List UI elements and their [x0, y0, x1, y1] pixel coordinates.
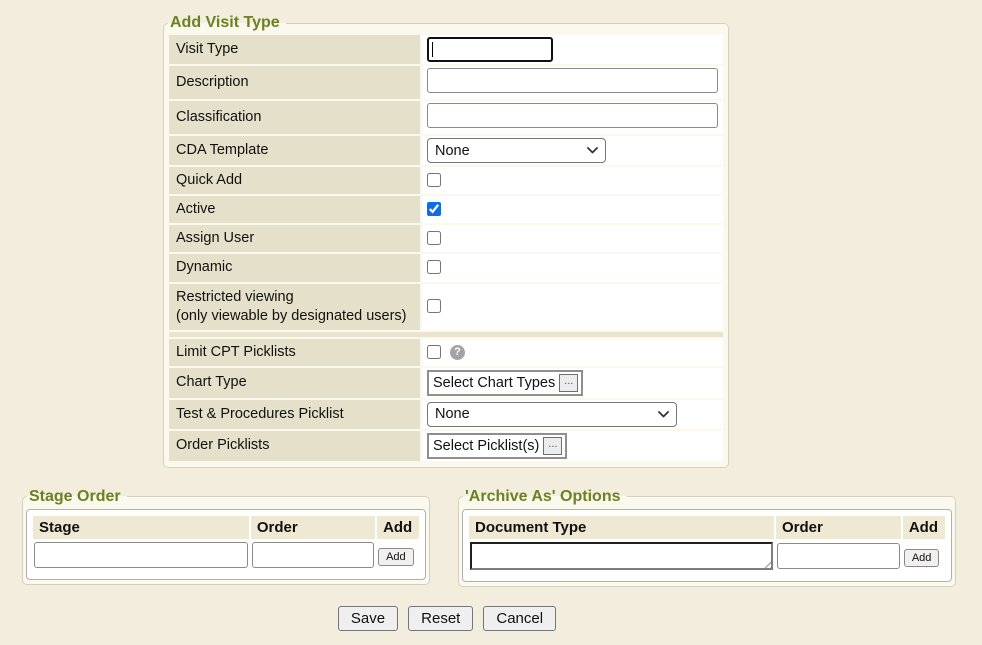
table-row: Test & Procedures Picklist None: [169, 400, 723, 429]
stage-input[interactable]: [34, 542, 248, 568]
table-row: Quick Add: [169, 167, 723, 194]
cda-template-selected-value: None: [435, 143, 470, 159]
table-row: Restricted viewing (only viewable by des…: [169, 284, 723, 330]
text-caret: [432, 42, 433, 57]
table-row: Dynamic: [169, 254, 723, 281]
quick-add-label: Quick Add: [169, 167, 420, 194]
cda-template-label: CDA Template: [169, 136, 420, 165]
separator-row: [169, 332, 723, 337]
table-row: Assign User: [169, 225, 723, 252]
archive-as-panel: Document Type Order Add Add: [462, 509, 952, 582]
help-icon[interactable]: ?: [450, 345, 465, 360]
classification-input[interactable]: [427, 103, 718, 128]
archive-as-options-legend: 'Archive As' Options: [463, 488, 627, 506]
form-actions: Save Reset Cancel: [0, 606, 894, 631]
stage-order-fieldset: Stage Order Stage Order Add Add: [22, 488, 430, 585]
table-row: CDA Template None: [169, 136, 723, 165]
order-picklists-browse-button[interactable]: ...: [543, 437, 562, 455]
add-column-header: Add: [903, 516, 945, 539]
restricted-viewing-checkbox[interactable]: [427, 299, 441, 313]
chart-type-picker-text: Select Chart Types: [433, 375, 555, 391]
quick-add-checkbox[interactable]: [427, 173, 441, 187]
resize-grip-icon[interactable]: [762, 559, 771, 568]
description-label: Description: [169, 66, 420, 99]
active-checkbox[interactable]: [427, 202, 441, 216]
classification-label: Classification: [169, 101, 420, 134]
chart-type-browse-button[interactable]: ...: [559, 374, 578, 392]
bottom-sections: Stage Order Stage Order Add Add 'Archive…: [22, 488, 982, 587]
stage-column-header: Stage: [33, 516, 249, 539]
document-type-input[interactable]: [470, 542, 773, 570]
description-input[interactable]: [427, 68, 718, 93]
table-row: Add: [469, 541, 945, 575]
table-row: Limit CPT Picklists ?: [169, 339, 723, 366]
visit-type-input[interactable]: [427, 37, 553, 62]
cda-template-select[interactable]: None: [427, 138, 606, 163]
order-picklists-label: Order Picklists: [169, 431, 420, 461]
table-row: Order Picklists Select Picklist(s) ...: [169, 431, 723, 461]
archive-as-options-fieldset: 'Archive As' Options Document Type Order…: [458, 488, 956, 587]
order-picklists-picker-text: Select Picklist(s): [433, 438, 539, 454]
stage-add-button[interactable]: Add: [378, 548, 414, 566]
stage-order-panel: Stage Order Add Add: [26, 509, 426, 580]
table-row: Active: [169, 196, 723, 223]
reset-button[interactable]: Reset: [408, 606, 473, 631]
add-visit-type-fieldset: Add Visit Type Visit Type Description Cl…: [163, 14, 729, 468]
stage-order-input[interactable]: [252, 542, 374, 568]
order-column-header: Order: [251, 516, 375, 539]
stage-order-legend: Stage Order: [27, 488, 127, 506]
stage-order-table: Stage Order Add Add: [31, 514, 421, 575]
document-type-column-header: Document Type: [469, 516, 774, 539]
cancel-button[interactable]: Cancel: [483, 606, 556, 631]
limit-cpt-picklists-checkbox[interactable]: [427, 345, 441, 359]
chart-type-picker[interactable]: Select Chart Types ...: [427, 370, 583, 396]
table-row: Chart Type Select Chart Types ...: [169, 368, 723, 398]
add-visit-type-legend: Add Visit Type: [168, 14, 286, 32]
add-visit-type-table: Visit Type Description Classification CD…: [167, 33, 725, 463]
test-procedures-picklist-select[interactable]: None: [427, 402, 677, 427]
table-header-row: Stage Order Add: [33, 516, 419, 539]
chevron-down-icon: [658, 411, 669, 418]
table-row: Description: [169, 66, 723, 99]
add-column-header: Add: [377, 516, 419, 539]
order-column-header: Order: [776, 516, 901, 539]
table-row: Classification: [169, 101, 723, 134]
table-header-row: Document Type Order Add: [469, 516, 945, 539]
test-procedures-selected-value: None: [435, 406, 470, 422]
limit-cpt-picklists-label: Limit CPT Picklists: [169, 339, 420, 366]
archive-add-button[interactable]: Add: [904, 549, 940, 567]
active-label: Active: [169, 196, 420, 223]
order-picklists-picker[interactable]: Select Picklist(s) ...: [427, 433, 567, 459]
dynamic-label: Dynamic: [169, 254, 420, 281]
chart-type-label: Chart Type: [169, 368, 420, 398]
test-procedures-picklist-label: Test & Procedures Picklist: [169, 400, 420, 429]
table-row: Add: [33, 541, 419, 573]
chevron-down-icon: [587, 147, 598, 154]
dynamic-checkbox[interactable]: [427, 260, 441, 274]
assign-user-checkbox[interactable]: [427, 231, 441, 245]
save-button[interactable]: Save: [338, 606, 398, 631]
archive-as-table: Document Type Order Add Add: [467, 514, 947, 577]
visit-type-label: Visit Type: [169, 35, 420, 64]
restricted-viewing-label: Restricted viewing (only viewable by des…: [169, 284, 420, 330]
assign-user-label: Assign User: [169, 225, 420, 252]
table-row: Visit Type: [169, 35, 723, 64]
archive-order-input[interactable]: [777, 543, 900, 569]
